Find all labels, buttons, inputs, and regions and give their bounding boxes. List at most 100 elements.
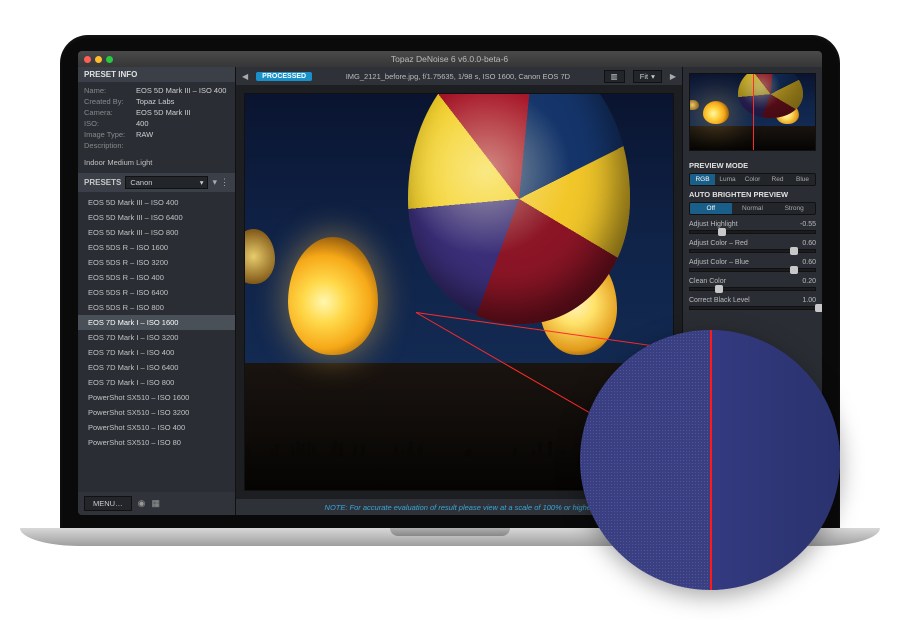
preset-item[interactable]: PowerShot SX510 – ISO 3200 (78, 405, 235, 420)
slider-track[interactable] (689, 306, 816, 310)
info-value: 400 (136, 119, 149, 128)
preset-item[interactable]: EOS 5D Mark III – ISO 400 (78, 195, 235, 210)
prev-image-icon[interactable]: ◀ (242, 72, 248, 81)
zoom-dropdown[interactable]: Fit ▾ (633, 70, 662, 83)
slider-row: Adjust Color – Blue 0.60 (689, 259, 816, 272)
preset-item[interactable]: EOS 5DS R – ISO 800 (78, 300, 235, 315)
slider-value: 1.00 (802, 297, 816, 304)
preset-item[interactable]: PowerShot SX510 – ISO 80 (78, 435, 235, 450)
image-toolbar: ◀ PROCESSED IMG_2121_before.jpg, f/1.756… (236, 67, 682, 85)
slider-track[interactable] (689, 249, 816, 253)
segment-option[interactable]: Luma (715, 174, 740, 185)
slider-track[interactable] (689, 287, 816, 291)
processed-badge[interactable]: PROCESSED (256, 72, 312, 81)
slider-label: Clean Color (689, 278, 726, 285)
slider-thumb[interactable] (790, 266, 798, 274)
slider-value: 0.60 (802, 240, 816, 247)
info-value: EOS 5D Mark III (136, 108, 191, 117)
left-footer: MENU… ◉ ▦ (78, 492, 235, 515)
chevron-down-icon: ▾ (200, 178, 204, 187)
presets-header: PRESETS Canon ▾ ▾ ⋮ (78, 173, 235, 192)
slider-thumb[interactable] (790, 247, 798, 255)
slider-row: Adjust Color – Red 0.60 (689, 240, 816, 253)
preview-mode-segmented[interactable]: RGBLumaColorRedBlue (689, 173, 816, 186)
preview-thumbnail[interactable] (689, 73, 816, 151)
preset-prev-icon[interactable]: ▾ (212, 177, 217, 188)
left-panel: PRESET INFO Name:EOS 5D Mark III – ISO 4… (78, 67, 236, 515)
compare-toggle[interactable]: ▥ (604, 70, 625, 83)
preset-description: Indoor Medium Light (78, 158, 235, 173)
chevron-down-icon: ▾ (651, 72, 655, 81)
zoom-after (710, 330, 840, 590)
preset-item[interactable]: PowerShot SX510 – ISO 1600 (78, 390, 235, 405)
info-key: ISO: (84, 119, 136, 128)
preset-item[interactable]: EOS 5D Mark III – ISO 6400 (78, 210, 235, 225)
preset-item[interactable]: EOS 7D Mark I – ISO 800 (78, 375, 235, 390)
close-icon[interactable] (84, 56, 91, 63)
segment-option[interactable]: Red (765, 174, 790, 185)
laptop-notch (390, 528, 510, 536)
info-key: Description: (84, 141, 136, 150)
slider-value: -0.55 (800, 221, 816, 228)
slider-label: Adjust Highlight (689, 221, 738, 228)
preset-item[interactable]: EOS 5DS R – ISO 3200 (78, 255, 235, 270)
preset-item[interactable]: EOS 5D Mark III – ISO 800 (78, 225, 235, 240)
segment-option[interactable]: RGB (690, 174, 715, 185)
info-key: Image Type: (84, 130, 136, 139)
dropdown-value: Canon (130, 178, 152, 187)
preset-item[interactable]: EOS 7D Mark I – ISO 3200 (78, 330, 235, 345)
slider-thumb[interactable] (815, 304, 822, 312)
zoom-icon[interactable] (106, 56, 113, 63)
slider-value: 0.60 (802, 259, 816, 266)
grid-icon[interactable]: ▦ (151, 498, 160, 509)
preset-item[interactable]: EOS 5DS R – ISO 400 (78, 270, 235, 285)
slider-row: Clean Color 0.20 (689, 278, 816, 291)
preset-info-grid: Name:EOS 5D Mark III – ISO 400 Created B… (78, 82, 235, 158)
preset-info-header: PRESET INFO (78, 67, 235, 82)
info-key: Name: (84, 86, 136, 95)
preset-item[interactable]: EOS 7D Mark I – ISO 6400 (78, 360, 235, 375)
segment-option[interactable]: Off (690, 203, 732, 214)
window-title: Topaz DeNoise 6 v6.0.0-beta-6 (113, 54, 786, 64)
slider-row: Adjust Highlight -0.55 (689, 221, 816, 234)
preset-item[interactable]: PowerShot SX510 – ISO 400 (78, 420, 235, 435)
menu-button[interactable]: MENU… (84, 496, 132, 511)
auto-brighten-segmented[interactable]: OffNormalStrong (689, 202, 816, 215)
preset-item[interactable]: EOS 5DS R – ISO 1600 (78, 240, 235, 255)
slider-track[interactable] (689, 268, 816, 272)
slider-value: 0.20 (802, 278, 816, 285)
info-value: RAW (136, 130, 153, 139)
traffic-lights (84, 56, 113, 63)
preset-list[interactable]: EOS 5D Mark III – ISO 400EOS 5D Mark III… (78, 192, 235, 492)
slider-thumb[interactable] (718, 228, 726, 236)
preset-info-title: PRESET INFO (84, 70, 137, 79)
slider-label: Adjust Color – Blue (689, 259, 749, 266)
preset-item[interactable]: EOS 7D Mark I – ISO 1600 (78, 315, 235, 330)
segment-option[interactable]: Blue (790, 174, 815, 185)
minimize-icon[interactable] (95, 56, 102, 63)
auto-brighten-label: AUTO BRIGHTEN PREVIEW (689, 190, 816, 199)
presets-title: PRESETS (84, 178, 121, 187)
slider-label: Adjust Color – Red (689, 240, 748, 247)
preview-mode-label: PREVIEW MODE (689, 161, 816, 170)
zoom-comparison-circle (580, 330, 840, 590)
snapshot-icon[interactable]: ◉ (138, 498, 146, 509)
filename-label: IMG_2121_before.jpg, f/1.75635, 1/98 s, … (320, 72, 596, 81)
split-view-icon: ▥ (611, 72, 618, 81)
slider-label: Correct Black Level (689, 297, 750, 304)
preset-item[interactable]: EOS 7D Mark I – ISO 400 (78, 345, 235, 360)
presets-camera-dropdown[interactable]: Canon ▾ (125, 176, 208, 189)
info-key: Camera: (84, 108, 136, 117)
slider-track[interactable] (689, 230, 816, 234)
preset-item[interactable]: EOS 5DS R – ISO 6400 (78, 285, 235, 300)
segment-option[interactable]: Color (740, 174, 765, 185)
slider-row: Correct Black Level 1.00 (689, 297, 816, 310)
segment-option[interactable]: Strong (773, 203, 815, 214)
slider-thumb[interactable] (715, 285, 723, 293)
window-titlebar: Topaz DeNoise 6 v6.0.0-beta-6 (78, 51, 822, 67)
next-image-icon[interactable]: ▶ (670, 72, 676, 81)
info-value: EOS 5D Mark III – ISO 400 (136, 86, 226, 95)
info-value: Topaz Labs (136, 97, 174, 106)
segment-option[interactable]: Normal (732, 203, 774, 214)
preset-menu-icon[interactable]: ⋮ (220, 177, 229, 188)
